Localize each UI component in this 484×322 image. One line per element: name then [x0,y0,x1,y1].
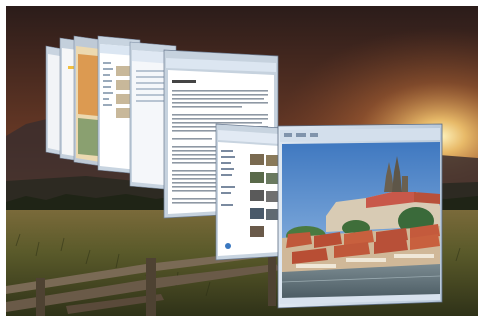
flip3d-scene [6,6,478,316]
screenshot-frame [0,0,484,322]
photo-gallery-window[interactable] [215,123,283,261]
castle-photo [281,142,441,300]
window-toolbar[interactable] [284,133,318,137]
start-orb-icon [225,243,231,249]
image-viewer-window[interactable] [277,123,443,309]
desktop [6,6,478,316]
